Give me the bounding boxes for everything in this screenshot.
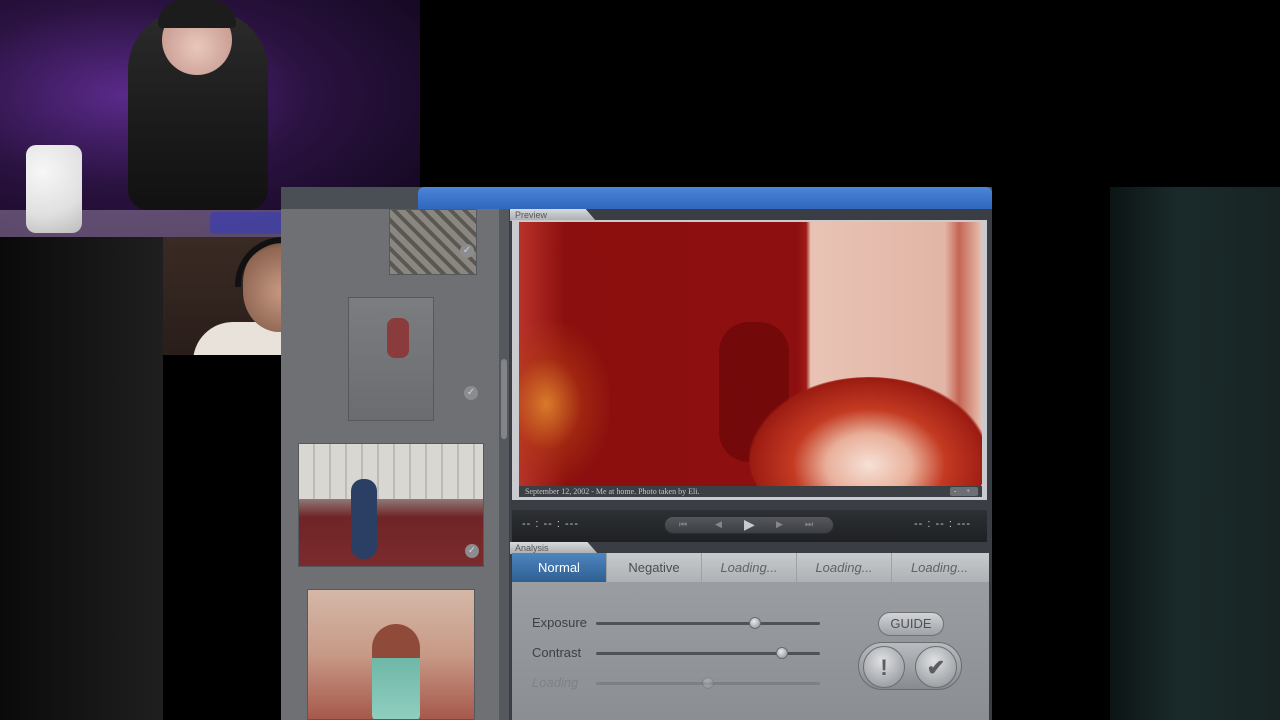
skip-forward-icon[interactable]: ⏭	[805, 519, 813, 530]
mode-tab-loading[interactable]: Loading...	[797, 553, 892, 582]
approve-button[interactable]: ✔	[915, 646, 957, 688]
window-titlebar[interactable]	[418, 187, 992, 209]
check-icon[interactable]: ✓	[465, 544, 479, 558]
mode-tab-negative[interactable]: Negative	[607, 553, 702, 582]
analysis-controls: Exposure Contrast Loading GUIDE ! ✔	[512, 582, 989, 720]
elapsed-time: -- : -- : ---	[522, 518, 579, 530]
mode-tab-loading[interactable]: Loading...	[702, 553, 797, 582]
check-icon[interactable]: ✓	[460, 244, 474, 258]
step-back-icon[interactable]: ◀	[715, 519, 722, 530]
check-icon[interactable]: ✓	[464, 386, 478, 400]
action-buttons: ! ✔	[858, 642, 962, 690]
loading-slider-handle	[702, 677, 714, 689]
mode-tabs: Normal Negative Loading... Loading... Lo…	[512, 553, 989, 582]
preview-caption: September 12, 2002 - Me at home. Photo t…	[525, 487, 700, 496]
exposure-label: Exposure	[532, 615, 587, 630]
photo-list-content: ✓ ✓ ✓	[281, 209, 499, 720]
photo-thumbnail[interactable]: ✓	[298, 443, 484, 567]
photo-thumbnail[interactable]	[348, 297, 434, 421]
step-forward-icon[interactable]: ▶	[776, 519, 783, 530]
preview-panel: September 12, 2002 - Me at home. Photo t…	[512, 220, 987, 500]
background-left	[0, 237, 163, 720]
flag-button[interactable]: !	[863, 646, 905, 688]
skip-back-icon[interactable]: ⏮	[679, 519, 687, 530]
preview-caption-bar: September 12, 2002 - Me at home. Photo t…	[519, 486, 982, 497]
contrast-label: Contrast	[532, 645, 582, 660]
contrast-slider[interactable]	[596, 647, 820, 659]
mode-tab-normal[interactable]: Normal	[512, 553, 607, 582]
total-time: -- : -- : ---	[914, 518, 971, 530]
photo-list-scroll-thumb[interactable]	[501, 359, 507, 439]
preview-image	[519, 222, 982, 486]
guide-button[interactable]: GUIDE	[878, 612, 944, 636]
zoom-control[interactable]: - +	[950, 487, 978, 496]
photo-list-scrollbar[interactable]	[499, 209, 509, 720]
exposure-slider[interactable]	[596, 617, 820, 629]
analysis-panel: Normal Negative Loading... Loading... Lo…	[512, 553, 989, 720]
photo-list[interactable]: ✓ ✓ ✓	[281, 209, 509, 720]
playback-bar: -- : -- : --- ⏮ ◀ ▶ ▶ ⏭ -- : -- : ---	[512, 510, 987, 542]
contrast-slider-handle[interactable]	[776, 647, 788, 659]
background-black-strip	[163, 355, 281, 720]
play-icon[interactable]: ▶	[744, 516, 755, 533]
photo-thumbnail[interactable]	[307, 589, 475, 720]
exposure-slider-handle[interactable]	[749, 617, 761, 629]
loading-slider-label: Loading	[532, 675, 579, 690]
background-right-panel	[1110, 187, 1280, 720]
photo-thumbnail[interactable]: ✓	[389, 209, 477, 275]
mode-tab-loading[interactable]: Loading...	[892, 553, 987, 582]
transport-controls: ⏮ ◀ ▶ ▶ ⏭	[664, 516, 834, 534]
loading-slider	[596, 677, 820, 689]
